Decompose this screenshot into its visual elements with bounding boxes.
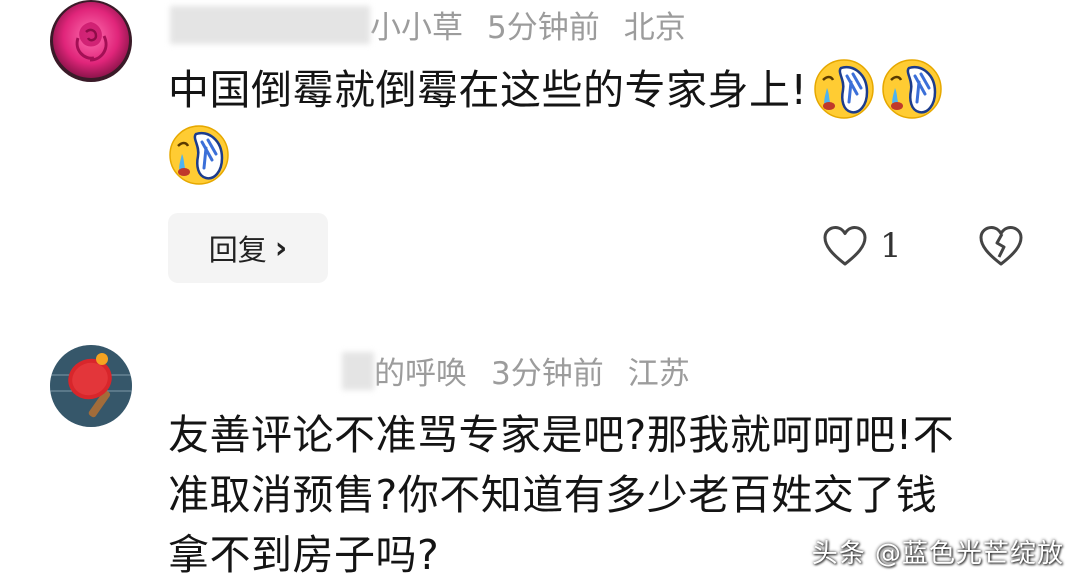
chevron-right-icon: › [274,230,288,266]
crying-slipper-emoji-icon [813,58,875,120]
location: 北京 [623,10,686,46]
timestamp: 5分钟前 [487,10,600,46]
reply-label: 回复 [208,233,267,267]
crying-slipper-emoji-icon [881,58,943,120]
emoji-line [168,125,230,190]
rose-avatar-icon [50,0,132,82]
like-button[interactable]: 1 [822,225,902,267]
reply-button[interactable]: 回复 › [168,213,328,283]
watermark: 头条 @蓝色光芒绽放 [811,539,1064,569]
avatar[interactable] [50,0,132,82]
location: 江苏 [627,356,690,392]
username[interactable]: 小小草 [370,2,463,47]
comment-meta: 小小草 5分钟前 北京 [170,2,686,47]
dislike-button[interactable] [978,225,1024,271]
comment-text-content: 中国倒霉就倒霉在这些的专家身上! [168,66,808,114]
avatar[interactable] [50,345,132,427]
heart-icon [823,226,867,266]
ping-pong-paddle-avatar-icon [50,345,132,427]
comment-text-line: 准取消预售?你不知道有多少老百姓交了钱 [168,471,938,519]
redacted-username [170,5,370,44]
comment-text-line: 友善评论不准骂专家是吧?那我就呵呵吧!不 [168,411,955,459]
comment-text: 中国倒霉就倒霉在这些的专家身上! [168,58,1048,124]
timestamp: 3分钟前 [491,356,604,392]
broken-heart-icon [979,226,1023,266]
username[interactable]: 的呼唤 [374,348,467,393]
redacted-username [342,351,374,390]
like-count: 1 [880,226,902,266]
comment-meta: 的呼唤 3分钟前 江苏 [170,348,690,393]
crying-slipper-emoji-icon [168,124,230,186]
